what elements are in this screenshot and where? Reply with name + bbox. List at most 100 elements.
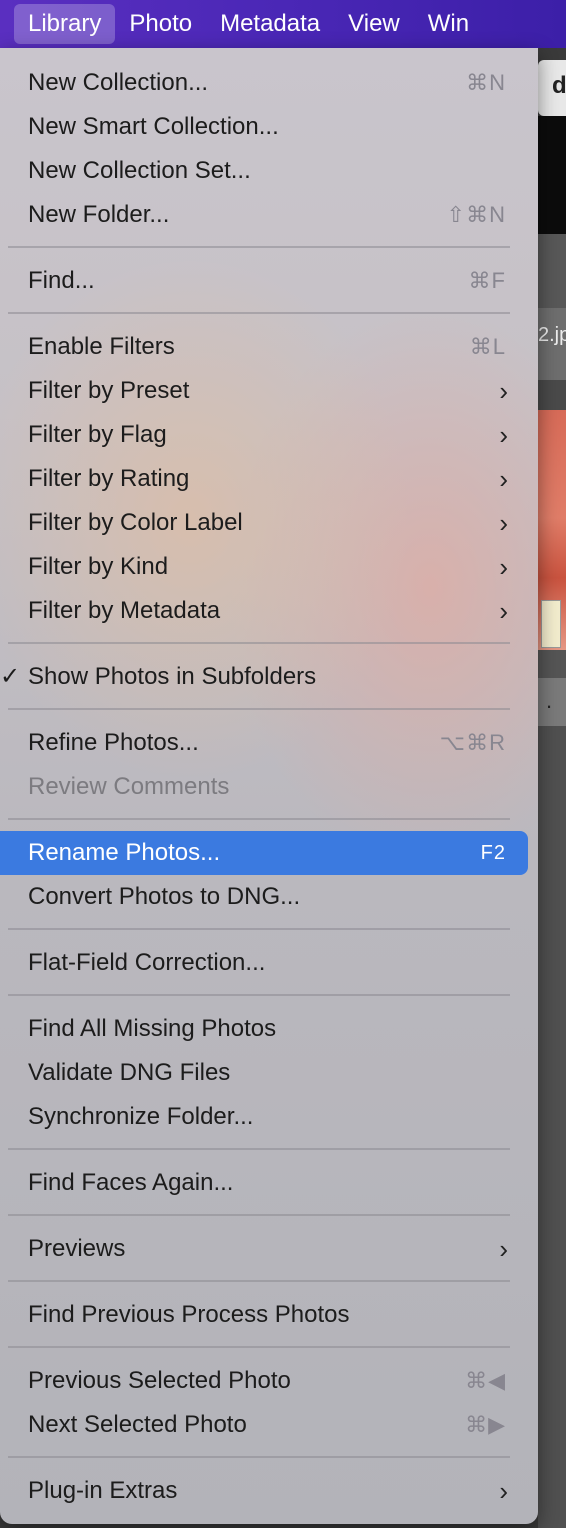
shortcut-label: ⌘▶ <box>465 1412 506 1437</box>
menu-item-label: New Collection... <box>28 69 209 96</box>
chevron-right-icon: › <box>499 1476 508 1506</box>
shortcut-label: ⌘L <box>469 334 506 359</box>
menu-item-label: Find Previous Process Photos <box>28 1301 350 1328</box>
menu-item-find-faces-again[interactable]: Find Faces Again... <box>0 1161 528 1205</box>
shortcut-label: ⌘N <box>466 70 506 95</box>
menu-bar: Library Photo Metadata View Win <box>0 0 566 48</box>
menu-item-label: Filter by Preset <box>28 377 190 404</box>
menu-item-label: Refine Photos... <box>28 729 199 756</box>
menu-separator <box>8 1148 510 1150</box>
chevron-right-icon: › <box>499 464 508 494</box>
chevron-right-icon: › <box>499 1234 508 1264</box>
menu-item-previous-selected-photo[interactable]: Previous Selected Photo ⌘◀ <box>0 1359 528 1403</box>
menu-separator <box>8 1214 510 1216</box>
background-strip <box>538 650 566 678</box>
menu-item-new-smart-collection[interactable]: New Smart Collection... <box>0 105 528 149</box>
menu-item-label: Filter by Flag <box>28 421 167 448</box>
menu-item-validate-dng-files[interactable]: Validate DNG Files <box>0 1051 528 1095</box>
menu-item-label: Filter by Metadata <box>28 597 221 624</box>
menu-item-previews[interactable]: Previews › <box>0 1227 528 1271</box>
menu-item-label: New Collection Set... <box>28 157 251 184</box>
chevron-right-icon: › <box>499 376 508 406</box>
menu-item-convert-photos-to-dng[interactable]: Convert Photos to DNG... <box>0 875 528 919</box>
menu-item-new-folder[interactable]: New Folder... ⇧⌘N <box>0 193 528 237</box>
menu-item-enable-filters[interactable]: Enable Filters ⌘L <box>0 325 528 369</box>
background-divider <box>538 380 566 410</box>
menubar-view[interactable]: View <box>334 4 414 44</box>
background-lower-panel <box>538 726 566 1528</box>
menu-separator <box>8 928 510 930</box>
menu-item-next-selected-photo[interactable]: Next Selected Photo ⌘▶ <box>0 1403 528 1447</box>
menu-item-label: Convert Photos to DNG... <box>28 883 301 910</box>
background-filename: 2.jp <box>538 324 566 346</box>
chevron-right-icon: › <box>499 596 508 626</box>
menu-item-label: Filter by Rating <box>28 465 190 492</box>
shortcut-label: ⌘◀ <box>465 1368 506 1393</box>
menu-item-filter-by-flag[interactable]: Filter by Flag › <box>0 413 528 457</box>
menubar-metadata[interactable]: Metadata <box>206 4 334 44</box>
menu-item-filter-by-kind[interactable]: Filter by Kind › <box>0 545 528 589</box>
menu-item-label: Flat-Field Correction... <box>28 949 266 976</box>
background-toolbar <box>538 234 566 308</box>
background-tab-letter: d <box>552 72 566 99</box>
menu-item-plug-in-extras[interactable]: Plug-in Extras › <box>0 1469 528 1513</box>
menu-item-label: New Folder... <box>28 201 170 228</box>
background-dot: . <box>546 688 553 713</box>
menu-separator <box>8 1346 510 1348</box>
menu-item-find-all-missing-photos[interactable]: Find All Missing Photos <box>0 1007 528 1051</box>
menubar-library[interactable]: Library <box>14 4 116 44</box>
menu-separator <box>8 1280 510 1282</box>
menu-item-refine-photos[interactable]: Refine Photos... ⌥⌘R <box>0 721 528 765</box>
menu-separator <box>8 642 510 644</box>
menu-item-filter-by-metadata[interactable]: Filter by Metadata › <box>0 589 528 633</box>
menu-item-label: Previous Selected Photo <box>28 1367 291 1394</box>
menu-separator <box>8 246 510 248</box>
menu-separator <box>8 818 510 820</box>
background-filename-bar: 2.jp <box>538 308 566 380</box>
menu-separator <box>8 708 510 710</box>
menu-item-label: Filter by Kind <box>28 553 169 580</box>
menu-item-label: Rename Photos... <box>28 839 221 866</box>
menu-item-find-previous-process-photos[interactable]: Find Previous Process Photos <box>0 1293 528 1337</box>
menu-item-label: Previews <box>28 1235 126 1262</box>
menu-item-filter-by-rating[interactable]: Filter by Rating › <box>0 457 528 501</box>
menu-item-new-collection-set[interactable]: New Collection Set... <box>0 149 528 193</box>
menu-item-flat-field-correction[interactable]: Flat-Field Correction... <box>0 941 528 985</box>
shortcut-label: ⇧⌘N <box>446 202 506 227</box>
menu-item-label: Filter by Color Label <box>28 509 243 536</box>
menu-item-rename-photos[interactable]: Rename Photos... F2 <box>0 831 528 875</box>
shortcut-label: ⌥⌘R <box>439 730 506 755</box>
menu-item-new-collection[interactable]: New Collection... ⌘N <box>0 61 528 105</box>
background-dark-panel <box>538 116 566 234</box>
chevron-right-icon: › <box>499 552 508 582</box>
menu-item-review-comments: Review Comments <box>0 765 528 809</box>
shortcut-label: F2 <box>480 842 506 864</box>
background-tab[interactable]: d <box>538 60 566 116</box>
menubar-window[interactable]: Win <box>414 4 483 44</box>
menu-separator <box>8 994 510 996</box>
menu-item-label: Show Photos in Subfolders <box>28 663 317 690</box>
checkmark-icon: ✓ <box>0 663 21 690</box>
menu-separator <box>8 312 510 314</box>
menubar-photo[interactable]: Photo <box>115 4 206 44</box>
menu-item-label: Find Faces Again... <box>28 1169 234 1196</box>
menu-item-label: Review Comments <box>28 773 230 800</box>
menu-item-filter-by-preset[interactable]: Filter by Preset › <box>0 369 528 413</box>
menu-item-label: New Smart Collection... <box>28 113 279 140</box>
background-photo-detail <box>541 600 561 648</box>
menu-item-label: Enable Filters <box>28 333 175 360</box>
chevron-right-icon: › <box>499 508 508 538</box>
menu-item-label: Validate DNG Files <box>28 1059 231 1086</box>
menu-item-label: Plug-in Extras <box>28 1477 178 1504</box>
background-status-bar: . <box>538 678 566 726</box>
menu-item-find[interactable]: Find... ⌘F <box>0 259 528 303</box>
menu-item-synchronize-folder[interactable]: Synchronize Folder... <box>0 1095 528 1139</box>
shortcut-label: ⌘F <box>468 268 506 293</box>
menu-item-label: Find All Missing Photos <box>28 1015 277 1042</box>
menu-item-label: Next Selected Photo <box>28 1411 247 1438</box>
menu-item-show-photos-in-subfolders[interactable]: ✓ Show Photos in Subfolders <box>0 655 528 699</box>
menu-item-label: Find... <box>28 267 95 294</box>
menu-item-filter-by-color-label[interactable]: Filter by Color Label › <box>0 501 528 545</box>
library-menu: New Collection... ⌘N New Smart Collectio… <box>0 48 538 1524</box>
chevron-right-icon: › <box>499 420 508 450</box>
